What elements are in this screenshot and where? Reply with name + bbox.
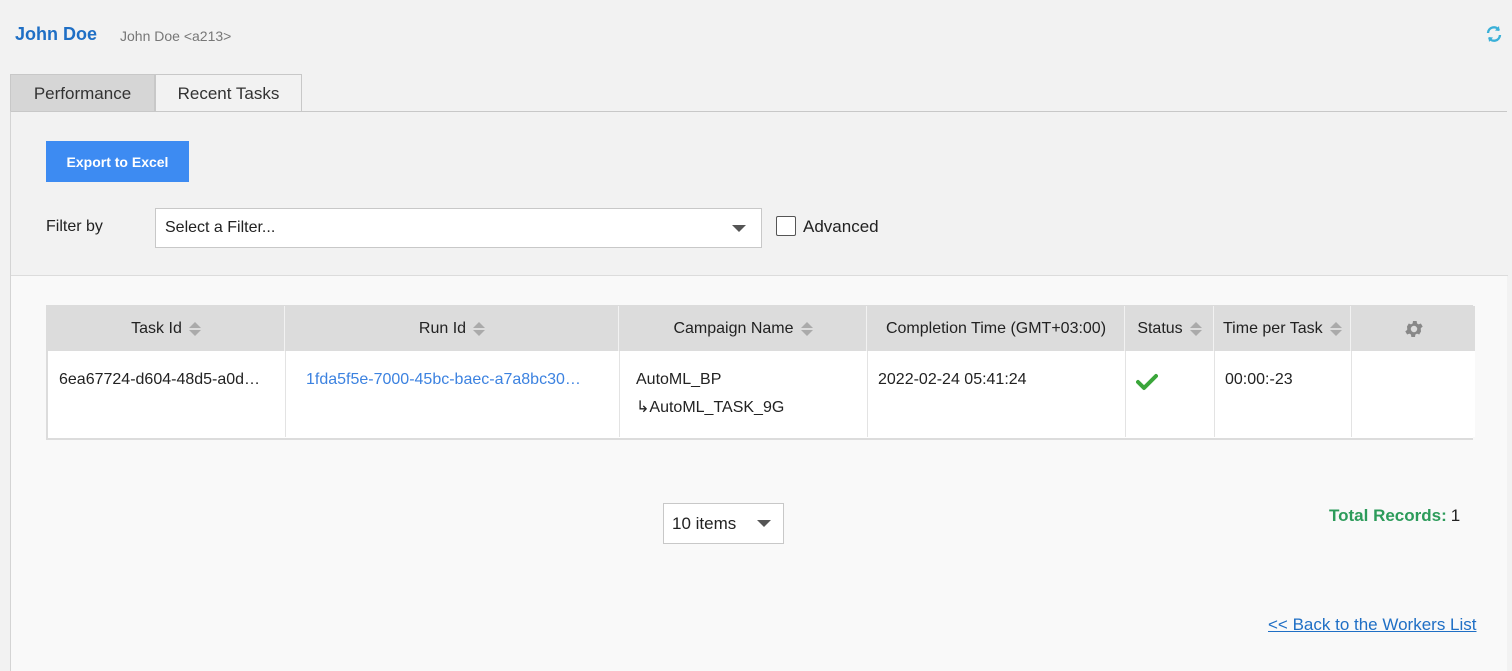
cell-task-id: 6ea67724-d604-48d5-a0d… — [48, 351, 286, 437]
worker-subtitle: John Doe <a213> — [120, 28, 232, 44]
sort-icon — [188, 321, 201, 337]
table-row[interactable]: 6ea67724-d604-48d5-a0d… 1fda5f5e-7000-45… — [48, 351, 1475, 437]
cell-settings — [1352, 351, 1475, 437]
sort-icon — [1329, 321, 1342, 337]
page-header: John Doe John Doe <a213> — [0, 0, 1512, 70]
chevron-down-icon — [757, 520, 771, 527]
total-records-value: 1 — [1450, 506, 1461, 525]
check-icon — [1136, 374, 1158, 390]
export-to-excel-button[interactable]: Export to Excel — [46, 141, 189, 182]
total-records: Total Records: 1 — [1329, 506, 1460, 526]
filter-select[interactable]: Select a Filter... — [155, 208, 762, 248]
cell-run-id: 1fda5f5e-7000-45bc-baec-a7a8bc30… — [286, 351, 620, 437]
tasks-table: Task Id Run Id Campaign Name Completion … — [46, 305, 1475, 440]
run-id-link[interactable]: 1fda5f5e-7000-45bc-baec-a7a8bc30… — [306, 371, 581, 388]
tab-performance[interactable]: Performance — [10, 74, 155, 112]
refresh-icon[interactable] — [1484, 24, 1504, 44]
cell-time-per-task: 00:00:-23 — [1215, 351, 1352, 437]
campaign-task-name: ↳AutoML_TASK_9G — [636, 399, 785, 416]
column-header-task-id[interactable]: Task Id — [48, 306, 285, 351]
page-size-value: 10 items — [672, 514, 737, 533]
chevron-down-icon — [732, 225, 746, 232]
filter-toolbar: Export to Excel Filter by Select a Filte… — [11, 112, 1508, 276]
campaign-name: AutoML_BP — [636, 371, 722, 388]
column-header-time-per-task[interactable]: Time per Task — [1215, 306, 1351, 351]
column-settings[interactable] — [1352, 306, 1475, 351]
cell-campaign-name: AutoML_BP ↳AutoML_TASK_9G — [620, 351, 868, 437]
back-to-workers-link[interactable]: << Back to the Workers List — [1268, 615, 1477, 635]
total-records-label: Total Records: — [1329, 506, 1447, 525]
sort-icon — [1189, 321, 1202, 337]
sort-icon — [800, 321, 813, 337]
filter-label: Filter by — [46, 218, 103, 235]
table-header: Task Id Run Id Campaign Name Completion … — [48, 306, 1475, 351]
tab-recent-tasks[interactable]: Recent Tasks — [155, 74, 302, 113]
advanced-checkbox[interactable] — [776, 216, 796, 236]
column-header-run-id[interactable]: Run Id — [286, 306, 619, 351]
column-header-status[interactable]: Status — [1126, 306, 1214, 351]
page-size-select[interactable]: 10 items — [663, 503, 784, 544]
gear-icon — [1404, 320, 1423, 337]
column-header-campaign-name[interactable]: Campaign Name — [620, 306, 867, 351]
sort-icon — [473, 321, 486, 337]
recent-tasks-panel: Export to Excel Filter by Select a Filte… — [10, 111, 1508, 671]
filter-select-value: Select a Filter... — [165, 219, 276, 236]
worker-name: John Doe — [15, 24, 98, 44]
column-header-completion-time[interactable]: Completion Time (GMT+03:00) — [868, 306, 1125, 351]
cell-completion-time: 2022-02-24 05:41:24 — [868, 351, 1126, 437]
cell-status — [1126, 351, 1215, 437]
advanced-label[interactable]: Advanced — [803, 217, 879, 237]
